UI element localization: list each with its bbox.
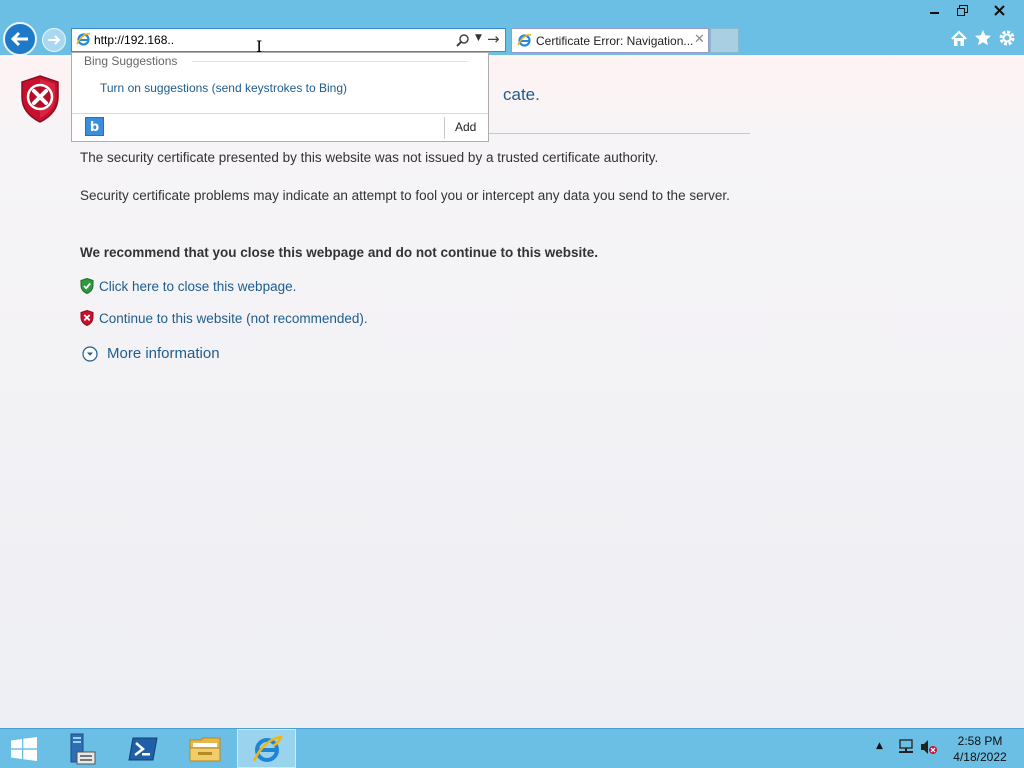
close-icon [993,4,1005,16]
tab-close-icon[interactable]: ✕ [694,32,705,47]
windows-logo-icon [11,736,37,761]
address-input[interactable] [94,31,434,49]
forward-button[interactable] [42,28,66,52]
forward-arrow-icon [48,35,61,45]
suggestions-divider [192,61,468,62]
recommendation-text: We recommend that you close this webpage… [80,245,599,260]
restore-icon [956,4,968,16]
address-bar[interactable]: ▼ → [71,28,506,52]
taskbar-server-manager[interactable] [57,729,103,768]
powershell-icon [128,737,158,760]
folder-icon [189,737,221,761]
minimize-icon [930,12,939,14]
gear-icon[interactable] [998,29,1016,51]
minimize-button[interactable] [922,0,948,20]
bing-icon[interactable]: b [85,117,104,136]
server-manager-icon [70,733,96,764]
close-webpage-link[interactable]: Click here to close this webpage. [99,279,296,294]
turn-on-suggestions-link[interactable]: Turn on suggestions (send keystrokes to … [100,81,347,95]
new-tab-button[interactable] [710,28,739,53]
home-icon[interactable] [950,30,968,51]
close-webpage-row[interactable]: Click here to close this webpage. [80,277,296,295]
continue-website-row[interactable]: Continue to this website (not recommende… [80,309,368,327]
add-search-provider-button[interactable]: Add [455,120,476,134]
go-arrow-icon[interactable]: → [487,30,500,48]
start-button[interactable] [0,729,48,768]
volume-muted-icon[interactable] [920,739,938,759]
taskbar-powershell[interactable] [120,729,166,768]
network-icon[interactable] [897,739,915,759]
browser-chrome: ▼ → I Certificate Error: Navigation... ✕ [0,0,1024,56]
close-window-button[interactable] [976,0,1022,20]
suggestions-dropdown: Bing Suggestions Turn on suggestions (se… [71,52,489,142]
taskbar: ▲ 2:58 PM 4/18/2022 [0,728,1024,768]
certificate-explanation: The security certificate presented by th… [80,150,659,165]
suggestions-heading: Bing Suggestions [84,54,178,68]
red-shield-icon [80,310,94,326]
clock-date[interactable]: 4/18/2022 [945,750,1015,764]
favorites-star-icon[interactable] [974,29,992,51]
taskbar-file-explorer[interactable] [180,729,230,768]
continue-website-link[interactable]: Continue to this website (not recommende… [99,311,368,326]
dropdown-icon[interactable]: ▼ [475,33,482,43]
clock-time[interactable]: 2:58 PM [945,734,1015,748]
suggestions-footer: b Add [72,113,488,142]
back-button[interactable] [3,22,37,56]
security-warning: Security certificate problems may indica… [80,188,730,203]
more-information-row[interactable]: More information [82,345,220,362]
show-hidden-icons[interactable]: ▲ [876,741,883,751]
error-shield-icon [20,75,60,127]
more-information-link[interactable]: More information [107,345,220,362]
tab-certificate-error[interactable]: Certificate Error: Navigation... ✕ [511,28,709,53]
restore-button[interactable] [949,0,975,20]
expand-chevron-icon [82,345,98,362]
back-arrow-icon [10,31,28,47]
footer-divider [444,117,445,139]
taskbar-internet-explorer[interactable] [237,729,296,768]
ie-page-icon [517,33,532,52]
internet-explorer-icon [252,735,283,762]
search-icon[interactable] [456,32,470,51]
ie-page-icon [76,32,91,51]
page-content: cate. The security certificate presented… [0,55,1024,728]
tab-title: Certificate Error: Navigation... [536,34,694,48]
green-shield-icon [80,278,94,294]
